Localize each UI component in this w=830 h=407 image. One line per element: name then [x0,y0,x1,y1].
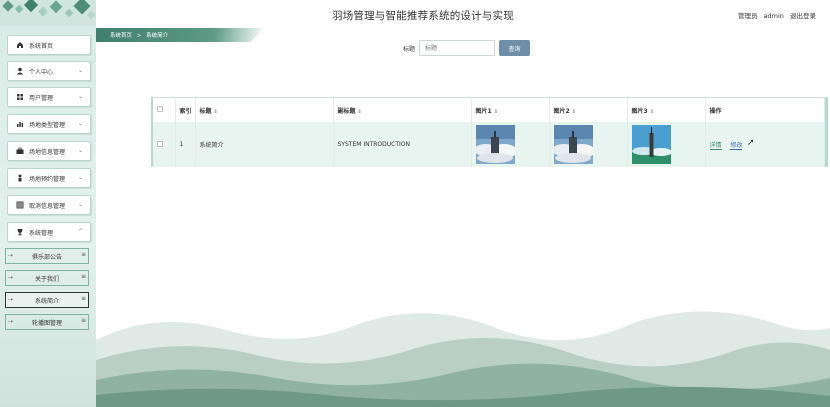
select-all-cell [153,98,176,122]
row-image2-cell [549,122,628,167]
sidebar-subitem-carousel[interactable]: ⇢ 轮播图管理 ≡ [5,314,89,330]
image-thumbnail[interactable] [553,125,593,164]
home-icon [16,41,24,49]
sidebar-subitem-club-notice[interactable]: ⇢ 俱乐部公告 ≡ [5,248,89,264]
edit-link[interactable]: 修改 [730,142,743,150]
background-hills [96,311,830,407]
chevron-down-icon: ⌄ [77,174,83,181]
row-title: 系统简介 [195,122,334,167]
handle-icon: ≡ [80,317,86,324]
sort-icon[interactable]: ⇕ [494,109,498,115]
search-input[interactable] [419,40,495,56]
sidebar-item-venue-booking[interactable]: 场地预约管理 ⌄ [7,168,91,188]
table-row: 1 系统简介 SYSTEM INTRODUCTION 详情 修改 [153,122,825,167]
user-icon [16,67,24,75]
row-select-cell [153,122,176,167]
mouse-cursor-icon: ➚ [747,138,755,148]
breadcrumb-home[interactable]: 系统首页 [110,33,132,39]
breadcrumb-separator: > [136,33,142,39]
column-header-image1[interactable]: 图片1 ⇕ [471,98,550,122]
arrow-right-icon: ⇢ [8,252,14,259]
image-thumbnail[interactable] [475,125,515,164]
grid-icon [16,93,24,101]
sidebar-item-venue-info[interactable]: 场地信息管理 ⌄ [7,141,91,161]
user-role: 管理员 [737,12,758,20]
sidebar-subitem-label: 关于我们 [34,275,59,283]
sidebar-item-label: 取消信息管理 [29,202,66,210]
sidebar-item-cancel-info[interactable]: 取消信息管理 ⌄ [7,195,91,215]
sidebar-item-label: 系统管理 [29,229,54,237]
column-header-index: 索引 [175,98,196,122]
sort-icon[interactable]: ⇕ [572,109,576,115]
logout-link[interactable]: 退出登录 [790,12,816,20]
sidebar-item-label: 系统首页 [29,42,54,50]
briefcase-icon [16,147,24,155]
detail-link[interactable]: 详情 [709,142,722,150]
row-checkbox[interactable] [157,140,163,147]
data-table: 索引 标题 ⇕ 副标题 ⇕ 图片1 ⇕ 图片2 ⇕ 图片3 ⇕ 操作 1 系统简介 SYS… [151,97,828,167]
arrow-right-icon: ⇢ [8,274,14,281]
sidebar-decoration [0,0,96,26]
handle-icon: ≡ [80,295,86,302]
column-header-image3[interactable]: 图片3 ⇕ [627,98,706,122]
chart-icon [16,120,24,128]
sidebar: 系统首页 个人中心 ⌄ 用户管理 ⌄ 场地类型管理 ⌄ 场地信息管理 ⌄ 场地预… [0,0,96,407]
chevron-down-icon: ⌄ [77,147,83,154]
sidebar-item-label: 场地类型管理 [29,121,66,129]
chevron-down-icon: ⌄ [77,93,83,100]
trophy-icon [16,228,24,236]
row-index: 1 [175,122,196,167]
chevron-down-icon: ⌄ [77,120,83,127]
row-image1-cell [471,122,550,167]
sidebar-item-label: 用户管理 [29,94,54,102]
sidebar-subitem-label: 轮播图管理 [31,319,62,327]
table-header-row: 索引 标题 ⇕ 副标题 ⇕ 图片1 ⇕ 图片2 ⇕ 图片3 ⇕ 操作 [153,98,825,122]
sort-icon[interactable]: ⇕ [214,109,218,115]
column-header-image2[interactable]: 图片2 ⇕ [549,98,628,122]
breadcrumb-current: 系统简介 [146,33,169,39]
row-image3-cell [627,122,706,167]
image-thumbnail[interactable] [631,125,671,164]
sidebar-subitem-label: 俱乐部公告 [31,253,62,261]
sidebar-item-label: 场地信息管理 [29,148,66,156]
sidebar-item-label: 场地预约管理 [29,175,66,183]
sidebar-subitem-system-intro[interactable]: ⇢ 系统简介 ≡ [5,292,89,308]
row-subtitle: SYSTEM INTRODUCTION [333,122,472,167]
sidebar-item-venue-type[interactable]: 场地类型管理 ⌄ [7,114,91,134]
sidebar-item-system-management[interactable]: 系统管理 ⌃ [7,222,91,242]
arrow-right-icon: ⇢ [8,318,14,325]
column-header-title[interactable]: 标题 ⇕ [195,98,334,122]
select-all-checkbox[interactable] [157,106,163,112]
column-header-subtitle[interactable]: 副标题 ⇕ [333,98,472,122]
handle-icon: ≡ [80,273,86,280]
arrow-right-icon: ⇢ [8,296,14,303]
chevron-down-icon: ⌄ [77,201,83,208]
top-header: 羽场管理与智能推荐系统的设计与实现 管理员 admin 退出登录 [96,0,830,28]
user-info: 管理员 admin 退出登录 [734,10,816,20]
search-label: 标题 [403,46,416,53]
app-title: 羽场管理与智能推荐系统的设计与实现 [332,10,514,22]
sort-icon[interactable]: ⇕ [358,109,362,115]
row-actions-cell: 详情 修改 [705,122,825,167]
handle-icon: ≡ [80,251,86,258]
sidebar-item-personal-center[interactable]: 个人中心 ⌄ [7,61,91,81]
sidebar-item-home[interactable]: 系统首页 [7,35,91,55]
sidebar-subitem-about-us[interactable]: ⇢ 关于我们 ≡ [5,270,89,286]
chevron-down-icon: ⌄ [77,67,83,74]
search-button[interactable]: 查询 [499,40,530,56]
person-icon [16,174,24,182]
table-icon [16,201,24,209]
username: admin [763,12,784,20]
chevron-up-icon: ⌃ [77,228,83,235]
sidebar-item-label: 个人中心 [29,68,54,76]
sort-icon[interactable]: ⇕ [650,109,654,115]
breadcrumb: 系统首页 > 系统简介 [96,28,264,42]
column-header-actions: 操作 [705,98,825,122]
sidebar-item-user-management[interactable]: 用户管理 ⌄ [7,87,91,107]
sidebar-subitem-label: 系统简介 [34,297,59,305]
